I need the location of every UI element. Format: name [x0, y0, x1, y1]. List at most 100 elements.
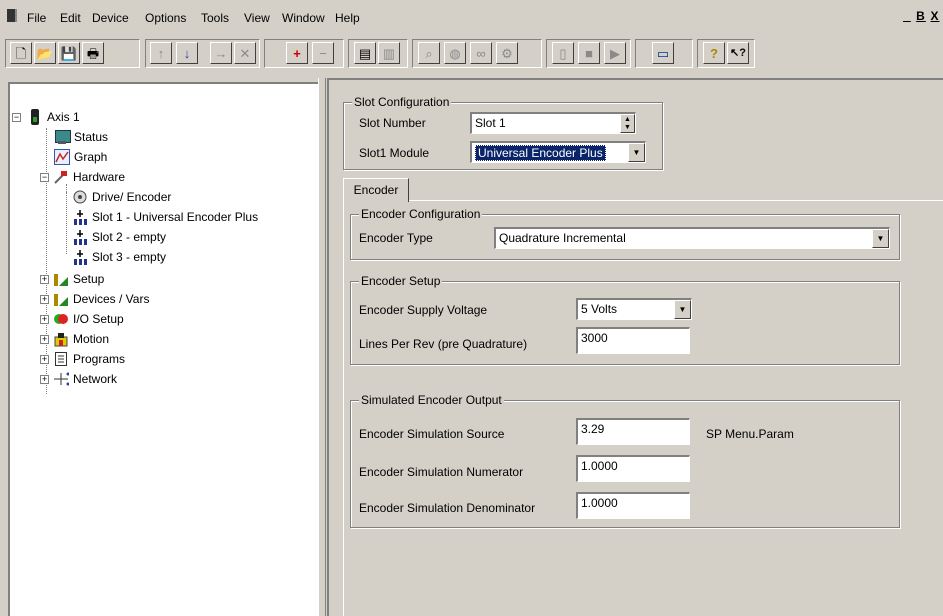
expand-icon[interactable]: +	[40, 374, 49, 384]
tree-label: Setup	[73, 272, 105, 286]
axis-icon	[27, 109, 43, 125]
sim-source-hint: SP Menu.Param	[706, 427, 794, 441]
tab-encoder[interactable]: Encoder	[343, 178, 409, 202]
app-icon[interactable]	[7, 9, 17, 22]
tree-node-status[interactable]: Status	[54, 128, 108, 146]
expand-icon[interactable]: +	[40, 294, 49, 304]
tree-label: Programs	[73, 352, 126, 366]
stop-icon[interactable]: ■	[578, 42, 600, 64]
run-icon[interactable]: ▶	[604, 42, 626, 64]
drive-icon[interactable]: ▯	[552, 42, 574, 64]
expand-icon[interactable]: +	[40, 274, 49, 284]
scope-icon[interactable]: ∞	[470, 42, 492, 64]
menu-edit[interactable]: Edit	[60, 11, 81, 25]
menu-tools[interactable]: Tools	[201, 11, 229, 25]
sim-denominator-input[interactable]: 1.0000	[576, 492, 690, 519]
spinner-arrows-icon[interactable]: ▲ ▼	[620, 114, 635, 133]
tree-node-graph[interactable]: Graph	[54, 148, 107, 166]
tree-node-axis[interactable]: − Axis 1	[12, 108, 80, 126]
download-icon[interactable]: ↓	[176, 42, 198, 64]
print-icon[interactable]: 🖶	[82, 42, 104, 64]
window-icon[interactable]: ▭	[652, 42, 674, 64]
delete-icon[interactable]: ✕	[234, 42, 256, 64]
lines-per-rev-input[interactable]: 3000	[576, 327, 690, 354]
expand-icon[interactable]: +	[40, 334, 49, 344]
sim-source-value: 3.29	[581, 422, 605, 436]
tune-icon[interactable]: ⚙	[496, 42, 518, 64]
minimize-button[interactable]: _	[901, 10, 913, 23]
lines-per-rev-value: 3000	[581, 331, 608, 345]
slot-icon	[72, 209, 88, 225]
encoder-type-select[interactable]: Quadrature Incremental ▼	[494, 227, 890, 249]
tree-node-slot-1[interactable]: Slot 1 - Universal Encoder Plus	[72, 208, 258, 226]
pane-splitter[interactable]	[318, 78, 326, 616]
slot-module-select[interactable]: Universal Encoder Plus ▼	[470, 141, 646, 163]
dropdown-arrow-icon[interactable]: ▼	[872, 229, 889, 248]
tree-node-slot-3[interactable]: Slot 3 - empty	[72, 248, 166, 266]
tree-node-io-setup[interactable]: + I/O Setup	[40, 310, 124, 328]
motion-icon	[53, 331, 69, 347]
new-file-icon[interactable]: 🗋	[10, 42, 32, 64]
menu-help[interactable]: Help	[335, 11, 360, 25]
encoder-configuration-title: Encoder Configuration	[359, 207, 483, 221]
supply-voltage-select[interactable]: 5 Volts ▼	[576, 298, 692, 320]
tree-node-setup[interactable]: + Setup	[40, 270, 104, 288]
menu-options[interactable]: Options	[145, 11, 186, 25]
encoder-type-value: Quadrature Incremental	[499, 231, 626, 245]
help-icon[interactable]: ?	[703, 42, 725, 64]
context-help-icon[interactable]: ↖?	[727, 42, 749, 64]
network-icon	[53, 371, 70, 387]
encoder-setup-title: Encoder Setup	[359, 274, 443, 288]
tree-node-programs[interactable]: + Programs	[40, 350, 125, 368]
slot-module-value: Universal Encoder Plus	[475, 145, 606, 161]
expand-icon[interactable]: +	[40, 354, 49, 364]
menu-device[interactable]: Device	[92, 11, 129, 25]
menu-view[interactable]: View	[244, 11, 270, 25]
open-folder-icon[interactable]: 📂	[34, 42, 56, 64]
tree-label: Devices / Vars	[73, 292, 150, 306]
supply-voltage-value: 5 Volts	[581, 302, 618, 316]
simulated-encoder-output-title: Simulated Encoder Output	[359, 393, 504, 407]
slot-number-label: Slot Number	[359, 116, 426, 130]
tree-node-slot-2[interactable]: Slot 2 - empty	[72, 228, 166, 246]
copy-properties-icon[interactable]: ▥	[378, 42, 400, 64]
add-axis-icon[interactable]: +	[286, 42, 308, 64]
slot-configuration-title: Slot Configuration	[352, 95, 452, 109]
collapse-icon[interactable]: −	[12, 112, 21, 122]
tree-node-devices-vars[interactable]: + Devices / Vars	[40, 290, 149, 308]
tree-label: Motion	[73, 332, 110, 346]
insert-icon[interactable]: →	[210, 42, 232, 64]
sim-source-input[interactable]: 3.29	[576, 418, 690, 445]
tree-label: Status	[74, 130, 109, 144]
collapse-icon[interactable]: −	[40, 172, 49, 182]
menu-file[interactable]: File	[27, 11, 46, 25]
slot-number-value: Slot 1	[475, 116, 506, 130]
tree-line	[66, 184, 67, 254]
slot-icon	[72, 249, 88, 265]
menu-window[interactable]: Window	[282, 11, 325, 25]
sim-numerator-value: 1.0000	[581, 459, 618, 473]
tree-node-motion[interactable]: + Motion	[40, 330, 109, 348]
programs-icon	[53, 351, 69, 367]
remove-axis-icon[interactable]: −	[312, 42, 334, 64]
sim-numerator-input[interactable]: 1.0000	[576, 455, 690, 482]
dropdown-arrow-icon[interactable]: ▼	[674, 300, 691, 319]
hardware-icon	[53, 169, 69, 185]
slot-number-spinner[interactable]: Slot 1 ▲ ▼	[470, 112, 636, 134]
watch-icon[interactable]: ◍	[444, 42, 466, 64]
upload-icon[interactable]: ↑	[150, 42, 172, 64]
restore-button[interactable]: B	[915, 10, 927, 23]
zoom-icon[interactable]: ⌕	[418, 42, 440, 64]
expand-icon[interactable]: +	[40, 314, 49, 324]
save-icon[interactable]: 💾	[58, 42, 80, 64]
tree-label: Graph	[74, 150, 108, 164]
slot-icon	[72, 229, 88, 245]
tree-node-network[interactable]: + Network	[40, 370, 117, 388]
tree-node-hardware[interactable]: − Hardware	[40, 168, 125, 186]
properties-icon[interactable]: ▤	[354, 42, 376, 64]
project-tree[interactable]: − Axis 1 Status Graph − Hardware Drive/ …	[8, 82, 318, 616]
tree-label: Slot 1 - Universal Encoder Plus	[92, 210, 259, 224]
dropdown-arrow-icon[interactable]: ▼	[628, 143, 645, 162]
close-button[interactable]: X	[929, 10, 941, 23]
tree-node-drive-encoder[interactable]: Drive/ Encoder	[72, 188, 171, 206]
